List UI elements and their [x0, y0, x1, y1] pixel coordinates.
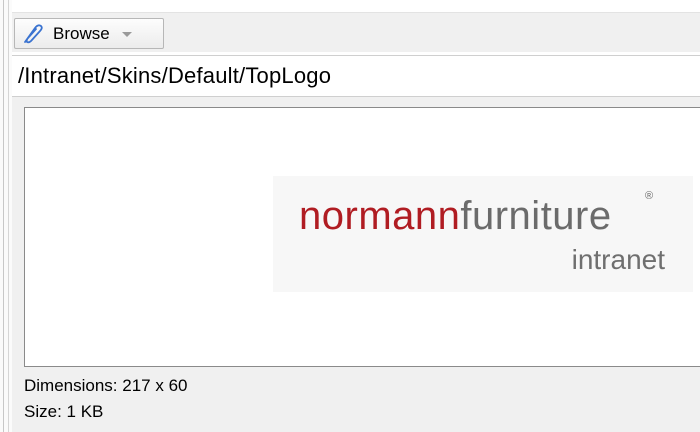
logo-secondary: furniture	[460, 194, 612, 238]
logo-wordmark: normannfurniture	[299, 194, 612, 239]
edge-line	[3, 0, 4, 432]
size-text: Size: 1 KB	[24, 402, 104, 421]
path-field	[12, 55, 700, 97]
image-info: Dimensions: 217 x 60 Size: 1 KB	[24, 373, 187, 425]
link-icon	[21, 23, 45, 45]
browse-label: Browse	[53, 23, 110, 43]
path-input[interactable]	[18, 63, 700, 89]
window-left-edge	[0, 0, 12, 432]
registered-mark: ®	[645, 190, 654, 202]
toolbar: Browse	[12, 12, 700, 52]
chevron-down-icon[interactable]	[118, 25, 136, 43]
logo-image: normannfurniture ® intranet	[273, 176, 693, 292]
edge-line	[8, 0, 9, 432]
logo-tagline: intranet	[571, 244, 665, 275]
preview-panel: normannfurniture ® intranet Dimensions: …	[12, 97, 700, 432]
image-preview: normannfurniture ® intranet	[24, 107, 700, 367]
dimensions-text: Dimensions: 217 x 60	[24, 376, 188, 395]
browse-button[interactable]: Browse	[14, 18, 164, 49]
logo-primary: normann	[299, 194, 461, 238]
